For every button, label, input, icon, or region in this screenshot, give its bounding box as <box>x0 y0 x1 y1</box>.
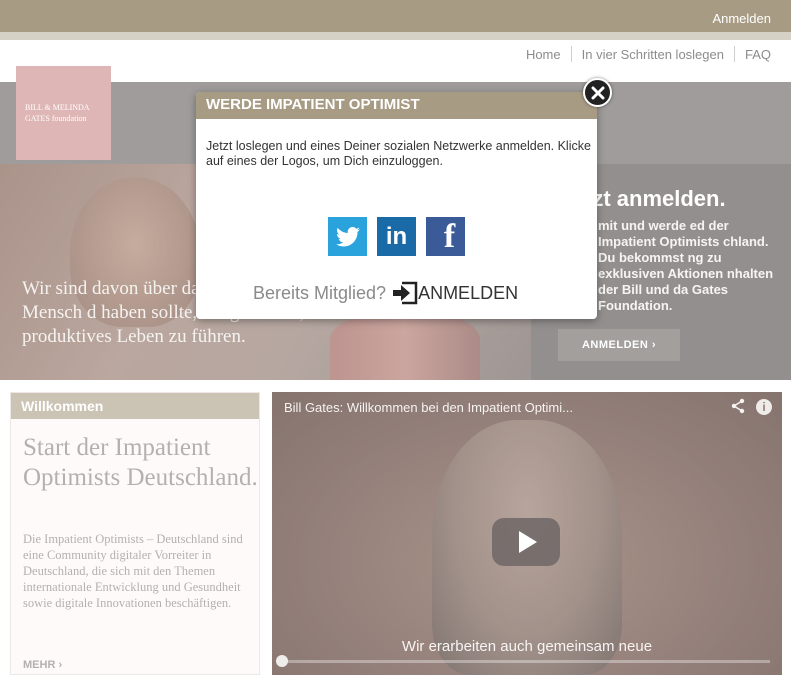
video-progress-bar[interactable] <box>284 660 770 663</box>
foundation-logo[interactable]: BILL & MELINDA GATES foundation <box>16 66 111 160</box>
info-icon[interactable]: i <box>756 399 772 415</box>
nav-faq-link[interactable]: FAQ <box>745 47 771 62</box>
hero-photo-scarf <box>330 312 480 380</box>
modal-login-button[interactable]: ANMELDEN <box>392 281 518 305</box>
close-x-icon <box>591 86 604 99</box>
twitter-icon[interactable] <box>328 217 367 256</box>
play-button[interactable] <box>492 518 560 566</box>
welcome-title: Start der Impatient Optimists Deutschlan… <box>23 434 258 491</box>
member-login-row: Bereits Mitglied? ANMELDEN <box>253 281 518 305</box>
hero-panel-text: mit und werde ed der Impatient Optimists… <box>598 218 774 313</box>
welcome-header: Willkommen <box>11 393 259 419</box>
twitter-bird-icon <box>335 226 360 246</box>
main-nav: Home In vier Schritten loslegen FAQ <box>526 45 771 63</box>
modal-text: Jetzt loslegen und eines Deiner sozialen… <box>206 139 591 168</box>
logo-line-2: GATES foundation <box>25 114 87 123</box>
top-bar: Anmelden <box>0 0 791 32</box>
social-login-buttons: in f <box>328 217 465 256</box>
welcome-box: Willkommen Start der Impatient Optimists… <box>10 392 260 675</box>
welcome-text: Die Impatient Optimists – Deutschland si… <box>23 532 243 610</box>
video-caption: Wir erarbeiten auch gemeinsam neue <box>401 638 653 655</box>
welcome-more-link[interactable]: MEHR › <box>23 659 62 671</box>
close-icon[interactable] <box>583 78 612 107</box>
logo-line-1: BILL & MELINDA <box>25 103 90 112</box>
login-arrow-icon <box>393 281 418 305</box>
modal-login-label: ANMELDEN <box>418 282 519 303</box>
nav-four-steps-link[interactable]: In vier Schritten loslegen <box>582 47 724 62</box>
play-icon <box>519 531 537 553</box>
hero-panel-title: tzt anmelden. <box>585 186 726 211</box>
nav-separator <box>733 46 735 62</box>
video-scrubber-handle[interactable] <box>276 655 288 667</box>
signup-modal: WERDE IMPATIENT OPTIMIST Jetzt loslegen … <box>196 78 612 319</box>
video-player[interactable]: Bill Gates: Willkommen bei den Impatient… <box>272 392 782 675</box>
modal-title: WERDE IMPATIENT OPTIMIST <box>196 92 597 119</box>
member-question: Bereits Mitglied? <box>253 282 387 303</box>
hero-login-button[interactable]: ANMELDEN › <box>558 329 680 361</box>
linkedin-icon[interactable]: in <box>377 217 416 256</box>
header-login-link[interactable]: Anmelden <box>712 11 771 26</box>
facebook-icon[interactable]: f <box>426 217 465 256</box>
video-title[interactable]: Bill Gates: Willkommen bei den Impatient… <box>284 400 573 415</box>
nav-separator <box>570 46 572 62</box>
top-bar-strip <box>0 32 791 40</box>
nav-home-link[interactable]: Home <box>526 47 561 62</box>
share-icon-svg <box>731 398 745 414</box>
share-icon[interactable] <box>730 398 746 418</box>
